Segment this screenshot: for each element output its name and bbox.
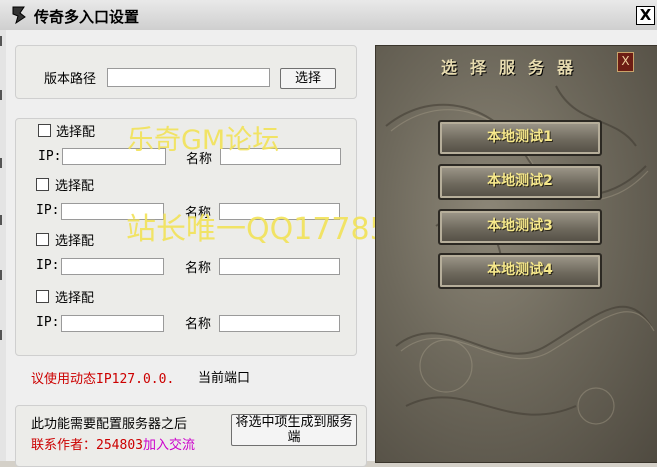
- ip-status-note: 议使用动态IP127.0.0.: [31, 372, 175, 387]
- entry-2-check-label: 选择配: [55, 179, 95, 194]
- forum-watermark: 乐奇GM论坛: [127, 125, 280, 156]
- panel-close-button[interactable]: X: [617, 52, 634, 72]
- entry-3-checkbox[interactable]: [36, 233, 49, 246]
- footer-note: 此功能需要配置服务器之后: [31, 417, 188, 432]
- entry-3-ip-input[interactable]: [61, 258, 164, 275]
- entry-4-check-label: 选择配: [55, 291, 95, 306]
- contact-prefix: 联系作者：: [31, 438, 97, 453]
- entry-1-check-label: 选择配: [56, 125, 96, 140]
- panel-title: 选择服务器: [441, 58, 587, 77]
- entry-2-ip-label: IP:: [36, 203, 60, 218]
- entry-3-check-label: 选择配: [55, 234, 95, 249]
- entry-4-ip-label: IP:: [36, 315, 60, 330]
- server-select-panel: 选择服务器 X 本地测试1 本地测试2 本地测试3 本地测试4: [375, 45, 657, 463]
- server-button-3[interactable]: 本地测试3: [438, 209, 602, 245]
- left-edge-strip: [0, 30, 6, 461]
- server-button-2[interactable]: 本地测试2: [438, 164, 602, 200]
- window-title: 传奇多入口设置: [34, 8, 140, 26]
- window-close-button[interactable]: X: [636, 6, 655, 25]
- port-status-note: 当前端口: [198, 371, 251, 386]
- title-bar: 传奇多入口设置 X: [0, 0, 657, 31]
- contact-join-link[interactable]: 加入交流: [143, 438, 195, 453]
- generate-to-server-button[interactable]: 将选中项生成到服务端: [231, 414, 357, 446]
- entry-2-checkbox[interactable]: [36, 178, 49, 191]
- entry-3-name-label: 名称: [185, 261, 212, 276]
- entry-1-checkbox[interactable]: [38, 124, 51, 137]
- entry-4-name-input[interactable]: [219, 315, 340, 332]
- contact-number: 254803: [96, 438, 143, 453]
- entry-4-name-label: 名称: [185, 317, 212, 332]
- app-icon: [10, 5, 28, 25]
- entry-3-ip-label: IP:: [36, 258, 60, 273]
- entry-4-checkbox[interactable]: [36, 290, 49, 303]
- version-path-label: 版本路径: [44, 72, 97, 87]
- client-area: 版本路径 选择 选择配 IP: 名称 选择配 IP: 名称 选择配 IP: 名称…: [0, 30, 657, 467]
- entry-4-ip-input[interactable]: [61, 315, 164, 332]
- contact-line: 联系作者：254803加入交流: [31, 434, 195, 453]
- entry-3-name-input[interactable]: [219, 258, 340, 275]
- server-button-4[interactable]: 本地测试4: [438, 253, 602, 289]
- entry-1-ip-label: IP:: [38, 149, 62, 164]
- server-button-1[interactable]: 本地测试1: [438, 120, 602, 156]
- browse-button[interactable]: 选择: [280, 68, 336, 89]
- version-path-input[interactable]: [107, 68, 270, 87]
